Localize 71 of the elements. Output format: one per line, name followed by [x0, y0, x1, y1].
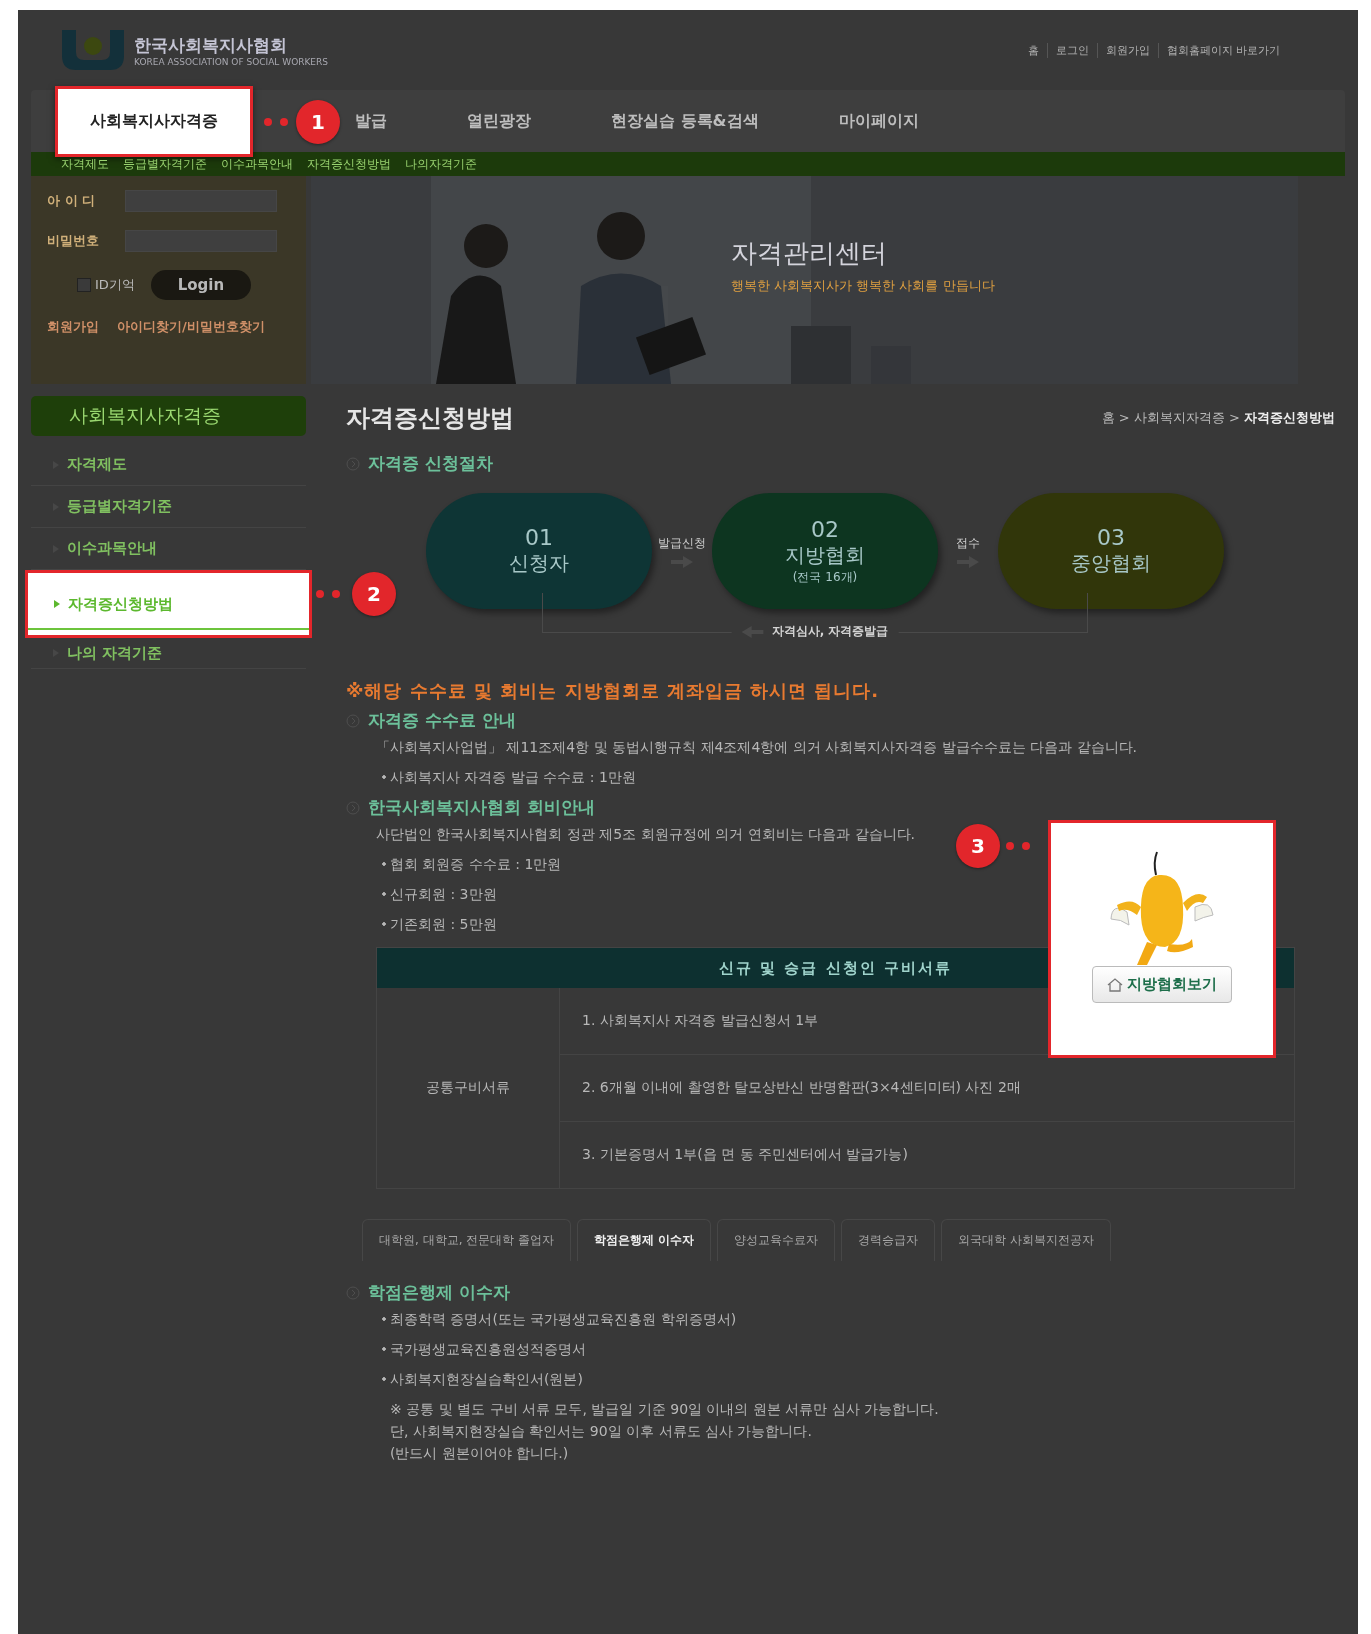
- login-button[interactable]: Login: [150, 270, 251, 300]
- top-link[interactable]: 로그인: [1046, 42, 1097, 58]
- breadcrumb: 홈 > 사회복지자격증 > 자격증신청방법: [1101, 409, 1335, 427]
- banner-subtitle: 행복한 사회복지사가 행복한 사회를 만듭니다: [731, 277, 995, 295]
- remember-label: ID기억: [95, 276, 135, 294]
- note-text: 단, 사회복지현장실습 확인서는 90일 이후 서류도 심사 가능합니다.: [390, 1423, 812, 1439]
- section-heading: 자격증 신청절차: [368, 452, 493, 475]
- paragraph: 사단법인 한국사회복지사협회 정관 제5조 회원규정에 의거 연회비는 다음과 같습니다.: [375, 825, 915, 844]
- return-label: 자격심사, 자격증발급: [771, 623, 889, 640]
- bullet-text: 사회복지현장실습확인서(원본): [382, 1371, 583, 1387]
- login-link[interactable]: 아이디찾기/비밀번호찾기: [117, 318, 265, 336]
- bullet-text: 국가평생교육진흥원성적증명서: [382, 1341, 586, 1357]
- nav-item[interactable]: 발급: [355, 110, 387, 132]
- bullet-text: 최종학력 증명서(또는 국가평생교육진흥원 학위증명서): [382, 1311, 737, 1327]
- top-link[interactable]: 회원가입: [1096, 42, 1158, 58]
- callout-badge: 2: [352, 572, 396, 616]
- subnav-link[interactable]: 등급별자격기준: [123, 155, 207, 173]
- connector-dots: [264, 118, 288, 126]
- bullet-text: 사회복지사 자격증 발급 수수료 : 1만원: [382, 769, 636, 785]
- tab[interactable]: 양성교육수료자: [717, 1219, 836, 1261]
- subnav-link[interactable]: 이수과목안내: [221, 155, 293, 173]
- subnav-link[interactable]: 나의자격기준: [405, 155, 477, 173]
- top-link[interactable]: 홈: [1019, 42, 1047, 58]
- table-cell-text: 3. 기본증명서 1부(읍 면 동 주민센터에서 발급가능): [581, 1145, 909, 1164]
- logo-subtitle: KOREA ASSOCIATION OF SOCIAL WORKERS: [134, 56, 329, 67]
- callout-badge: 3: [956, 824, 1000, 868]
- section-heading: 한국사회복지사협회 회비안내: [368, 796, 595, 819]
- process-step: 03 중앙협회: [998, 493, 1224, 609]
- section-heading: 학점은행제 이수자: [368, 1281, 510, 1304]
- subnav-link[interactable]: 자격증신청방법: [307, 155, 391, 173]
- paragraph: 「사회복지사업법」 제11조제4항 및 동법시행규칙 제4조제4항에 의거 사회복지사자격증 발급수수료는 다음과 같습니다.: [375, 738, 1139, 757]
- id-label: 아 이 디: [47, 192, 97, 210]
- process-step: 02 지방협회 (전국 16개): [712, 493, 938, 609]
- table-cell: 공통구비서류: [377, 988, 560, 1188]
- banner-title: 자격관리센터: [731, 237, 888, 270]
- remember-checkbox[interactable]: [77, 278, 91, 292]
- chevron-icon: [54, 600, 60, 608]
- sidebar-title: 사회복지사자격증: [31, 396, 306, 436]
- bullet-text: 기존회원 : 5만원: [382, 916, 497, 932]
- arrow-label: 발급신청: [658, 534, 706, 552]
- logo-title: 한국사회복지사협회: [134, 33, 288, 57]
- bullet-text: 신규회원 : 3만원: [382, 886, 497, 902]
- note-text: (반드시 원본이어야 합니다.): [390, 1445, 569, 1461]
- arrow-label: 접수: [956, 534, 980, 552]
- password-field[interactable]: [125, 230, 277, 252]
- tab[interactable]: 대학원, 대학교, 전문대학 졸업자: [362, 1219, 572, 1261]
- login-link[interactable]: 회원가입: [47, 318, 99, 336]
- tab[interactable]: 외국대학 사회복지전공자: [941, 1219, 1112, 1261]
- subnav-link[interactable]: 자격제도: [61, 155, 109, 173]
- nav-item[interactable]: 열린광장: [467, 110, 531, 132]
- top-link[interactable]: 협회홈페이지 바로가기: [1157, 42, 1288, 58]
- sidebar-item[interactable]: 자격제도: [31, 444, 306, 486]
- home-icon: [1107, 977, 1123, 992]
- nav-item[interactable]: 마이페이지: [838, 110, 919, 132]
- section-heading: 자격증 수수료 안내: [368, 709, 516, 732]
- nav-item[interactable]: 사회복지사자격증: [55, 85, 253, 157]
- process-step: 01 신청자: [426, 493, 652, 609]
- note-text: ※ 공통 및 별도 구비 서류 모두, 발급일 기준 90일 이내의 원본 서류만 심사 가능합니다.: [390, 1401, 939, 1417]
- password-label: 비밀번호: [47, 232, 100, 250]
- tab[interactable]: 경력승급자: [841, 1219, 936, 1261]
- tab[interactable]: 학점은행제 이수자: [577, 1219, 712, 1261]
- sidebar-item[interactable]: 나의 자격기준: [31, 638, 306, 669]
- logo-icon: [60, 28, 126, 72]
- connector-dots: [316, 590, 340, 598]
- sidebar-item[interactable]: 등급별자격기준: [31, 486, 306, 528]
- bullet-text: 협회 회원증 수수료 : 1만원: [382, 856, 562, 872]
- connector-dots: [1006, 842, 1030, 850]
- page-title: 자격증신청방법: [346, 403, 514, 434]
- notice-text: ※해당 수수료 및 회비는 지방협회로 계좌입금 하시면 됩니다.: [346, 679, 881, 703]
- nav-item[interactable]: 현장실습 등록&검색: [611, 110, 759, 132]
- id-field[interactable]: [125, 190, 277, 212]
